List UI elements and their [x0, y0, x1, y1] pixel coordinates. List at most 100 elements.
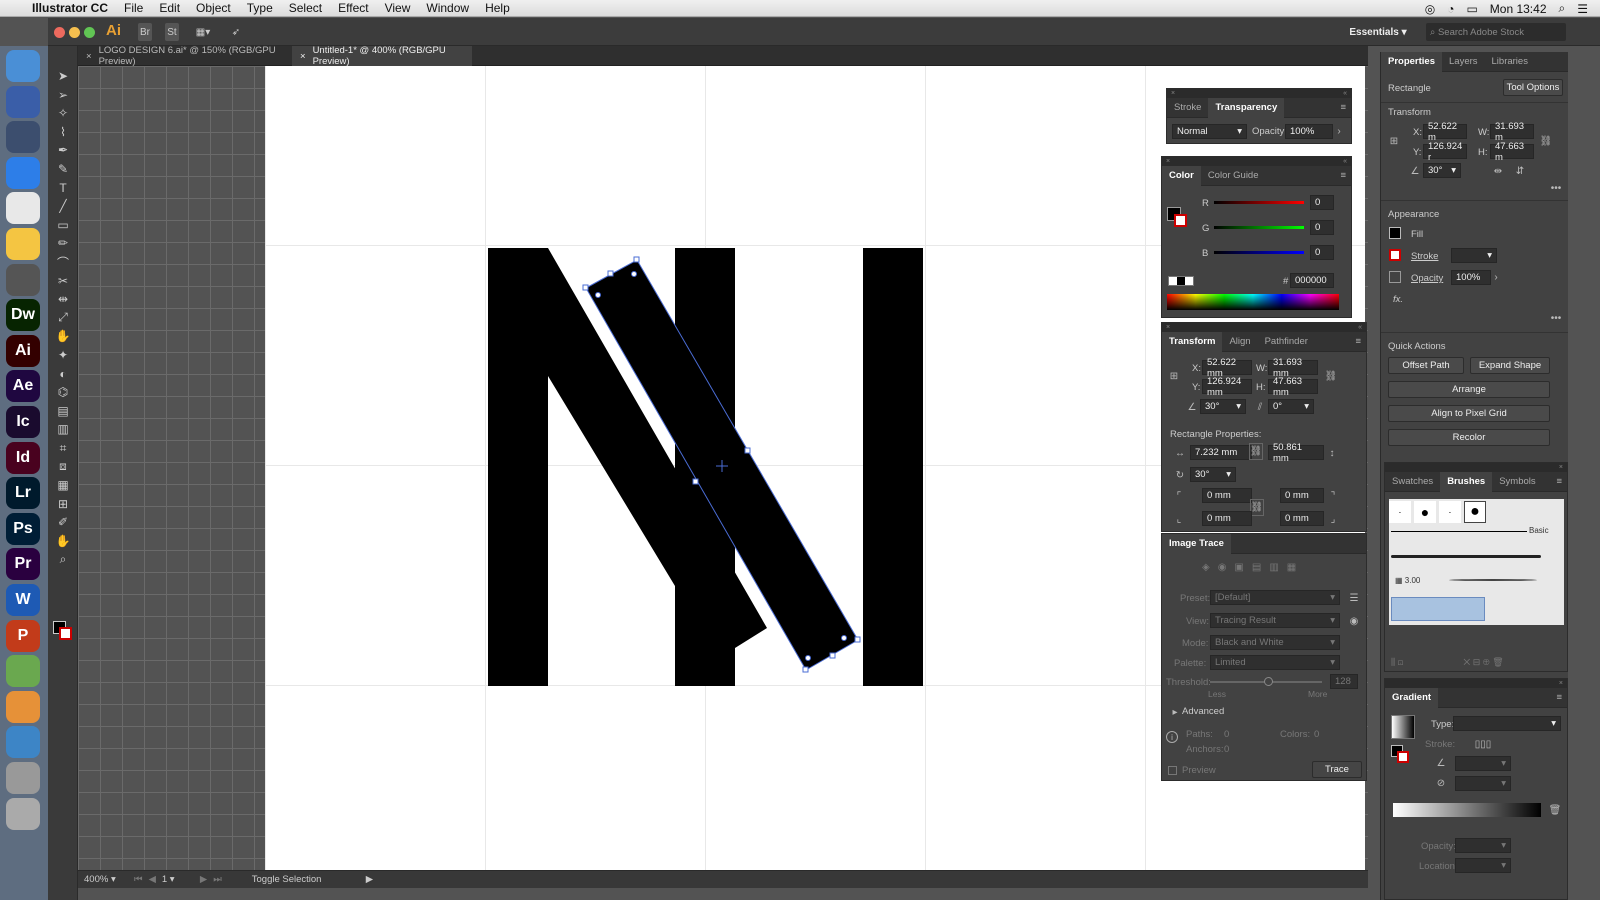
- wifi-icon[interactable]: ◔: [1447, 2, 1454, 16]
- delete-stop-icon[interactable]: 🗑: [1549, 804, 1562, 816]
- x-field[interactable]: 52.622 m: [1423, 121, 1467, 143]
- status-menu-icon[interactable]: ▶: [366, 874, 373, 885]
- panel-menu-icon[interactable]: ≡: [1556, 692, 1567, 703]
- tab-brushes[interactable]: Brushes: [1440, 471, 1493, 492]
- minimize-window-button[interactable]: [69, 27, 80, 38]
- corner-bottom-left-field[interactable]: 0 mm: [1202, 511, 1252, 526]
- preset-menu-icon[interactable]: ☰: [1348, 592, 1360, 604]
- tool-0-icon[interactable]: ➤: [55, 68, 71, 84]
- tab-transform[interactable]: Transform: [1162, 331, 1223, 352]
- gradient-type-select[interactable]: ▾: [1453, 716, 1561, 731]
- basic-brush-stroke[interactable]: [1391, 531, 1527, 532]
- tab-swatches[interactable]: Swatches: [1385, 472, 1440, 492]
- preview-checkbox[interactable]: [1168, 766, 1177, 775]
- color-spectrum[interactable]: [1167, 294, 1339, 310]
- menu-view[interactable]: View: [377, 1, 419, 15]
- prev-artboard-icon[interactable]: ◀: [149, 874, 156, 885]
- rotate-field[interactable]: 30° ▾: [1423, 163, 1461, 178]
- menu-object[interactable]: Object: [188, 1, 239, 15]
- gradient-location-field[interactable]: ▾: [1455, 858, 1511, 873]
- close-panel-icon[interactable]: ×: [1166, 324, 1170, 331]
- flip-vertical-icon[interactable]: ⇵: [1513, 165, 1527, 177]
- tab-symbols[interactable]: Symbols: [1492, 472, 1542, 492]
- none-black-white-swatches[interactable]: [1168, 276, 1194, 286]
- tool-8-icon[interactable]: ▭: [55, 217, 71, 233]
- fx-button[interactable]: fx.: [1393, 294, 1403, 305]
- close-window-button[interactable]: [54, 27, 65, 38]
- dock-app-6[interactable]: [6, 263, 40, 296]
- calligraphic-brush-stroke[interactable]: [1449, 579, 1537, 581]
- h-field[interactable]: 47.663 mm: [1268, 376, 1318, 398]
- y-field[interactable]: 126.924 r: [1423, 141, 1467, 163]
- panel-menu-icon[interactable]: ≡: [1556, 476, 1567, 487]
- menu-type[interactable]: Type: [239, 1, 281, 15]
- y-field[interactable]: 126.924 mm: [1202, 376, 1252, 398]
- gradient-stroke-mode-icons[interactable]: ▯▯▯: [1459, 737, 1507, 751]
- panel-menu-icon[interactable]: ≡: [1340, 102, 1351, 113]
- h-field[interactable]: 47.663 m: [1490, 141, 1534, 163]
- arrange-button[interactable]: Arrange: [1388, 381, 1550, 398]
- dock-app-3[interactable]: [6, 156, 40, 189]
- tool-19-icon[interactable]: ▥: [55, 421, 71, 437]
- expand-shape-button[interactable]: Expand Shape: [1470, 357, 1550, 374]
- tool-3-icon[interactable]: ⌇: [55, 124, 71, 140]
- dock-app-4[interactable]: [6, 192, 40, 225]
- threshold-knob[interactable]: [1264, 677, 1273, 686]
- next-artboard-icon[interactable]: ▶: [200, 874, 207, 885]
- tab-transparency[interactable]: Transparency: [1208, 97, 1285, 118]
- g-slider[interactable]: [1214, 226, 1304, 229]
- tool-17-icon[interactable]: ⌬: [55, 384, 71, 400]
- pattern-brush-selected[interactable]: [1391, 597, 1485, 621]
- rect-width-field[interactable]: 7.232 mm: [1190, 445, 1252, 460]
- tool-15-icon[interactable]: ✦: [55, 347, 71, 363]
- menu-window[interactable]: Window: [418, 1, 477, 15]
- dock-app-5[interactable]: [6, 228, 40, 260]
- chalk-brush-stroke[interactable]: [1391, 555, 1541, 558]
- tool-4-icon[interactable]: ✒: [55, 142, 71, 158]
- dock-app-16[interactable]: P: [6, 619, 40, 652]
- eye-icon[interactable]: ◉: [1348, 615, 1360, 627]
- gradient-slider[interactable]: [1393, 803, 1541, 817]
- palette-select[interactable]: Limited ▾: [1210, 655, 1340, 670]
- collapse-panel-icon[interactable]: «: [1343, 90, 1347, 97]
- flip-horizontal-icon[interactable]: ⇹: [1491, 165, 1505, 177]
- menu-file[interactable]: File: [116, 1, 151, 15]
- trace-button[interactable]: Trace: [1312, 761, 1362, 778]
- tool-20-icon[interactable]: ⌗: [55, 440, 71, 456]
- dock-app-2[interactable]: [6, 121, 40, 154]
- stroke-swatch[interactable]: [1174, 214, 1187, 227]
- stroke-link[interactable]: Stroke: [1411, 251, 1438, 262]
- opacity-field[interactable]: 100%: [1285, 124, 1333, 139]
- shear-field[interactable]: 0° ▾: [1268, 399, 1314, 414]
- recolor-button[interactable]: Recolor: [1388, 429, 1550, 446]
- rotate-field[interactable]: 30° ▾: [1200, 399, 1246, 414]
- dock-app-8[interactable]: Ai: [6, 334, 40, 367]
- g-field[interactable]: 0: [1310, 220, 1334, 235]
- dock-app-1[interactable]: [6, 85, 40, 118]
- tab-stroke[interactable]: Stroke: [1167, 98, 1208, 118]
- gradient-opacity-field[interactable]: ▾: [1455, 838, 1511, 853]
- stock-search-input[interactable]: ⌕ Search Adobe Stock: [1426, 23, 1566, 41]
- tool-22-icon[interactable]: ▦: [55, 477, 71, 493]
- hex-field[interactable]: 000000: [1290, 273, 1334, 288]
- link-dimensions-icon[interactable]: ⛓: [1249, 443, 1263, 460]
- zoom-level-select[interactable]: 400% ▾: [78, 874, 134, 885]
- fill-swatch[interactable]: [1389, 227, 1401, 239]
- view-select[interactable]: Tracing Result ▾: [1210, 613, 1340, 628]
- gradient-angle-field[interactable]: ▾: [1455, 756, 1511, 771]
- corner-top-left-field[interactable]: 0 mm: [1202, 488, 1252, 503]
- blend-mode-select[interactable]: Normal ▾: [1172, 124, 1247, 139]
- right-stem[interactable]: [863, 248, 923, 686]
- link-corners-icon[interactable]: ⛓: [1250, 499, 1264, 516]
- tab-pathfinder[interactable]: Pathfinder: [1258, 332, 1315, 352]
- bridge-button[interactable]: Br: [138, 23, 152, 41]
- rect-rotate-field[interactable]: 30° ▾: [1190, 467, 1236, 482]
- tool-21-icon[interactable]: ⧈: [55, 459, 71, 475]
- panel-menu-icon[interactable]: ≡: [1340, 170, 1351, 181]
- dock-app-21[interactable]: [6, 797, 40, 830]
- gpu-rocket-icon[interactable]: ➶: [228, 23, 244, 41]
- tool-options-button[interactable]: Tool Options: [1503, 79, 1563, 96]
- workspace-switcher[interactable]: Essentials ▾: [1346, 23, 1410, 41]
- first-artboard-icon[interactable]: ⏮: [134, 874, 143, 885]
- brush-dot-medium[interactable]: ●: [1414, 501, 1436, 523]
